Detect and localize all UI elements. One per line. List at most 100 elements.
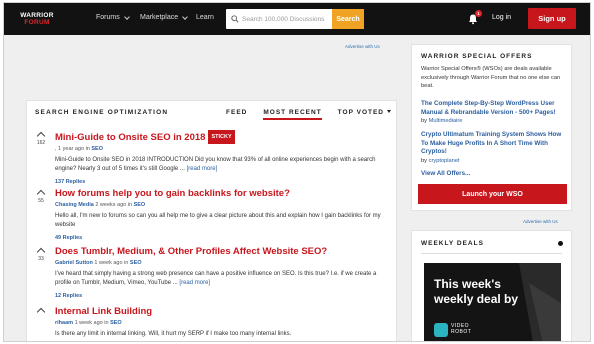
thread-title-link[interactable]: How forums help you to gain backlinks fo… — [55, 188, 387, 200]
logo-line-1: WARRIOR — [20, 12, 54, 19]
wso-by-label: by — [421, 118, 428, 124]
thread-author[interactable]: rihaam — [55, 320, 73, 326]
vote-control: 33 — [35, 246, 47, 262]
tab-top-voted[interactable]: TOP VOTED — [338, 109, 391, 120]
deal-headline-line-1: This week's — [434, 277, 501, 291]
wso-offer-author[interactable]: cryptoplanet — [429, 158, 460, 164]
read-more-link[interactable]: [read more] — [187, 166, 218, 172]
nav-forums[interactable]: Forums — [96, 13, 130, 21]
thread-time: 2 weeks ago in — [95, 202, 133, 208]
wso-offer-byline: by Multimediaire — [421, 118, 567, 124]
thread-title-link[interactable]: Mini-Guide to Onsite SEO in 2018 STICKY — [55, 130, 387, 144]
vote-count: 162 — [36, 140, 46, 146]
thread-excerpt-text: Hello all, I'm new to forums so can you … — [55, 213, 381, 228]
thread-excerpt-text: Is there any limit in internal linking. … — [55, 331, 292, 337]
divider — [421, 253, 562, 254]
video-robot-wordmark: VIDEO ROBOT — [451, 323, 471, 335]
thread-author[interactable]: Gabriel Sutton — [55, 260, 93, 266]
wso-intro-text: Warrior Special Offers® (WSOs) are deals… — [421, 66, 561, 89]
warrior-special-offers-panel: WARRIOR SPECIAL OFFERS Warrior Special O… — [411, 44, 572, 211]
advertise-link-side[interactable]: Advertise with Us — [523, 219, 558, 224]
wso-offer-item: Crypto Ultimatum Training System Shows H… — [421, 131, 567, 164]
deal-headline-line-2: weekly deal by — [434, 292, 519, 306]
nav-learn[interactable]: Learn — [196, 14, 214, 21]
top-navigation-bar: WARRIOR FORUM Forums Marketplace Learn S… — [4, 3, 590, 35]
vote-count: 55 — [38, 198, 44, 204]
upvote-arrow-icon[interactable] — [36, 247, 46, 257]
thread-meta: Gabriel Sutton 1 week ago in SEO — [55, 260, 387, 266]
sort-tabs: FEED MOST RECENT TOP VOTED — [226, 109, 391, 120]
weekly-deals-title: WEEKLY DEALS — [421, 240, 484, 247]
upvote-arrow-icon[interactable] — [36, 189, 46, 199]
thread-meta: Chasing Media 2 weeks ago in SEO — [55, 202, 387, 208]
upvote-arrow-icon[interactable] — [36, 131, 46, 141]
dot-icon — [558, 241, 563, 246]
vote-control: 55 — [35, 188, 47, 204]
upvote-arrow-icon[interactable] — [36, 307, 46, 317]
browser-viewport: WARRIOR FORUM Forums Marketplace Learn S… — [3, 2, 591, 342]
thread-item: Internal Link Building rihaam 1 week ago… — [35, 306, 387, 339]
replies-link[interactable]: 12 Replies — [55, 293, 387, 299]
thread-time: 1 week ago in — [94, 260, 129, 266]
thread-item: 55 How forums help you to gain backlinks… — [35, 188, 387, 241]
warrior-forum-logo[interactable]: WARRIOR FORUM — [13, 10, 61, 28]
thread-excerpt: Is there any limit in internal linking. … — [55, 330, 385, 339]
video-robot-logo-icon — [434, 323, 448, 337]
thread-meta: rihaam 1 week ago in SEO — [55, 320, 387, 326]
launch-wso-button[interactable]: Launch your WSO — [418, 184, 567, 204]
signup-button[interactable]: Sign up — [528, 8, 576, 29]
login-link[interactable]: Log in — [492, 14, 511, 21]
replies-link[interactable]: 49 Replies — [55, 235, 387, 241]
thread-item: 162 Mini-Guide to Onsite SEO in 2018 STIC… — [35, 130, 387, 185]
wso-offer-title-link[interactable]: The Complete Step-By-Step WordPress User… — [421, 100, 567, 117]
search-field[interactable] — [226, 9, 332, 29]
thread-category[interactable]: SEO — [91, 146, 103, 152]
search-bar: Search — [226, 9, 364, 29]
weekly-deal-banner[interactable]: This week's weekly deal by VIDEO ROBOT — [424, 263, 561, 341]
category-heading: SEARCH ENGINE OPTIMIZATION — [35, 109, 169, 116]
advertise-link-top[interactable]: Advertise with Us — [345, 44, 380, 49]
search-button[interactable]: Search — [332, 9, 364, 29]
wso-panel-title: WARRIOR SPECIAL OFFERS — [421, 53, 533, 60]
tab-feed[interactable]: FEED — [226, 109, 247, 120]
search-icon — [231, 15, 239, 23]
view-all-offers-link[interactable]: View All Offers... — [421, 170, 470, 177]
thread-excerpt-text: I've heard that simply having a strong w… — [55, 271, 377, 286]
thread-category[interactable]: SEO — [134, 202, 146, 208]
wso-offer-title-link[interactable]: Crypto Ultimatum Training System Shows H… — [421, 131, 567, 157]
wso-offer-item: The Complete Step-By-Step WordPress User… — [421, 100, 567, 124]
vote-count: 33 — [38, 256, 44, 262]
chevron-down-icon — [123, 13, 130, 20]
vote-control — [35, 306, 47, 317]
thread-author[interactable]: Chasing Media — [55, 202, 94, 208]
thread-excerpt: Mini-Guide to Onsite SEO in 2018 INTRODU… — [55, 156, 385, 174]
read-more-link[interactable]: [read more] — [179, 280, 210, 286]
wso-offer-byline: by cryptoplanet — [421, 158, 567, 164]
nav-forums-label: Forums — [96, 14, 120, 21]
thread-excerpt: I've heard that simply having a strong w… — [55, 270, 385, 288]
deal-headline: This week's weekly deal by — [434, 277, 518, 307]
logo-line-2: FORUM — [24, 19, 50, 26]
thread-title-text: Mini-Guide to Onsite SEO in 2018 — [55, 132, 206, 143]
wso-offer-author[interactable]: Multimediaire — [429, 118, 463, 124]
nav-marketplace-label: Marketplace — [140, 14, 179, 21]
search-input[interactable] — [242, 15, 332, 23]
thread-category[interactable]: SEO — [110, 320, 122, 326]
thread-list-card: SEARCH ENGINE OPTIMIZATION FEED MOST REC… — [26, 100, 397, 341]
thread-title-link[interactable]: Does Tumblr, Medium, & Other Profiles Af… — [55, 246, 387, 258]
chevron-down-icon — [182, 13, 188, 20]
thread-title-link[interactable]: Internal Link Building — [55, 306, 387, 318]
sticky-badge: STICKY — [208, 130, 235, 144]
nav-learn-label: Learn — [196, 14, 214, 21]
nav-marketplace[interactable]: Marketplace — [140, 13, 188, 21]
notification-badge: 1 — [475, 10, 482, 17]
tab-most-recent[interactable]: MOST RECENT — [263, 109, 322, 120]
caret-down-icon — [387, 110, 391, 113]
thread-category[interactable]: SEO — [130, 260, 142, 266]
thread-time: , 1 year ago in — [55, 146, 90, 152]
tab-top-voted-label: TOP VOTED — [337, 109, 384, 116]
thread-meta: , 1 year ago in SEO — [55, 146, 387, 152]
thread-time: 1 week ago in — [74, 320, 109, 326]
thread-item: 33 Does Tumblr, Medium, & Other Profiles… — [35, 246, 387, 299]
replies-link[interactable]: 137 Replies — [55, 179, 387, 185]
